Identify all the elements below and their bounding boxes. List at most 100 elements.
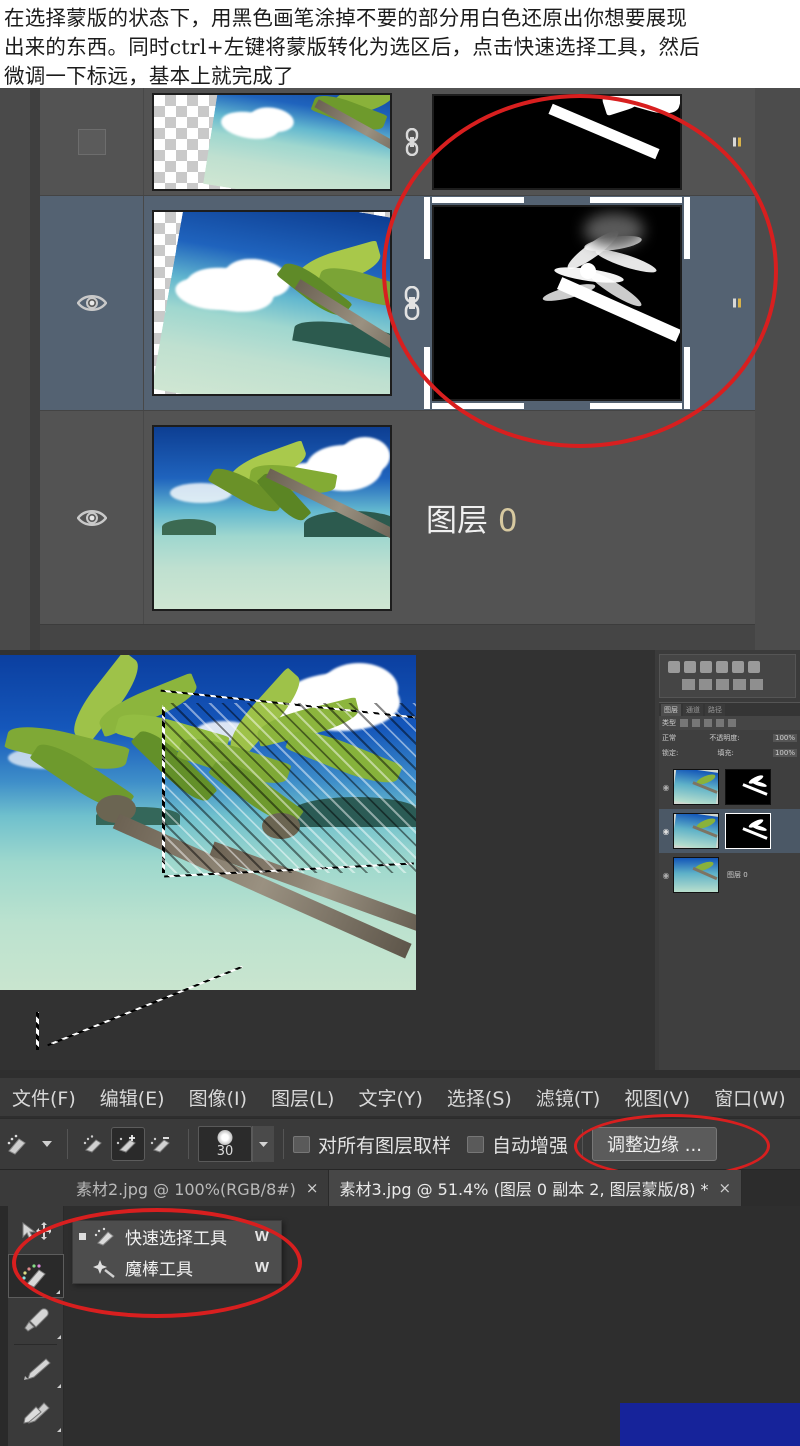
filter-icon[interactable] xyxy=(680,719,688,727)
link-icon[interactable] xyxy=(401,286,423,320)
panel-icon[interactable] xyxy=(682,679,695,690)
flyout-item-magic-wand[interactable]: 魔棒工具 W xyxy=(73,1252,281,1283)
eye-icon[interactable] xyxy=(77,508,107,528)
panel-scrollbar[interactable] xyxy=(30,88,40,650)
layer-mask-link-cell[interactable] xyxy=(392,286,432,320)
panel-icon[interactable] xyxy=(716,679,729,690)
eye-icon[interactable] xyxy=(77,293,107,313)
mini-layer-row[interactable]: ◉ xyxy=(659,809,800,853)
divider xyxy=(67,1129,68,1159)
filter-icon[interactable] xyxy=(704,719,712,727)
layer-row[interactable]: 图层 0 xyxy=(40,411,755,624)
mini-panel-icons[interactable] xyxy=(659,654,796,698)
mini-tab-paths[interactable]: 路径 xyxy=(705,704,725,716)
panel-icon[interactable] xyxy=(699,679,712,690)
panel-icon[interactable] xyxy=(732,661,744,673)
new-selection-mode-button[interactable] xyxy=(77,1127,111,1161)
mini-mask-thumbnail[interactable] xyxy=(725,769,771,805)
menu-select[interactable]: 选择(S) xyxy=(435,1084,524,1111)
menu-image[interactable]: 图像(I) xyxy=(177,1084,259,1111)
eyedropper-tool[interactable] xyxy=(8,1298,64,1342)
menu-window[interactable]: 窗口(W) xyxy=(702,1084,798,1111)
checkbox-box[interactable] xyxy=(293,1136,310,1153)
menu-edit[interactable]: 编辑(E) xyxy=(88,1084,177,1111)
tool-flyout-indicator[interactable] xyxy=(57,1384,61,1388)
layer-visibility-cell[interactable] xyxy=(40,196,144,410)
menu-view[interactable]: 视图(V) xyxy=(612,1084,702,1111)
layer-visibility-cell[interactable] xyxy=(40,88,144,195)
add-to-selection-mode-button[interactable] xyxy=(111,1127,145,1161)
layer-mask-thumbnail[interactable] xyxy=(432,94,682,190)
panel-icon[interactable] xyxy=(668,661,680,673)
eye-icon[interactable]: ◉ xyxy=(659,783,673,792)
mini-fill-value[interactable]: 100% xyxy=(773,749,797,757)
brush-preview[interactable]: 30 xyxy=(198,1126,252,1162)
quick-selection-tool[interactable] xyxy=(8,1254,64,1298)
refine-edge-button[interactable]: 调整边缘 ... xyxy=(592,1127,717,1161)
mini-tab-channels[interactable]: 通道 xyxy=(683,704,703,716)
chevron-down-icon[interactable] xyxy=(36,1140,58,1148)
document-tab[interactable]: 素材3.jpg @ 51.4% (图层 0 副本 2, 图层蒙版/8) * × xyxy=(329,1170,742,1206)
document-canvas[interactable] xyxy=(0,655,416,990)
layer-mask-thumbnail[interactable] xyxy=(432,205,682,401)
tool-flyout-indicator[interactable] xyxy=(57,1335,61,1339)
tool-flyout-menu[interactable]: 快速选择工具 W 魔棒工具 W xyxy=(72,1220,282,1284)
tool-flyout-indicator[interactable] xyxy=(56,1290,60,1294)
tool-flyout-indicator[interactable] xyxy=(57,1428,61,1432)
layer-thumbnail[interactable] xyxy=(152,93,392,191)
mini-layer-thumbnail[interactable] xyxy=(673,857,719,893)
brush-tool[interactable] xyxy=(8,1347,64,1391)
layer-row[interactable] xyxy=(40,88,755,196)
panel-icon[interactable] xyxy=(733,679,746,690)
document-tab[interactable]: 素材2.jpg @ 100%(RGB/8#) × xyxy=(66,1170,329,1206)
checkbox-box[interactable] xyxy=(467,1136,484,1153)
auto-enhance-checkbox[interactable]: 自动增强 xyxy=(467,1131,568,1158)
gradient-tool[interactable] xyxy=(8,1441,64,1446)
move-tool[interactable] xyxy=(8,1210,64,1254)
menu-file[interactable]: 文件(F) xyxy=(0,1084,88,1111)
mini-mask-thumbnail[interactable] xyxy=(725,813,771,849)
mini-tab-layers[interactable]: 图层 xyxy=(661,704,681,716)
chevron-down-icon[interactable] xyxy=(252,1126,274,1162)
mini-layer-row[interactable]: ◉ xyxy=(659,765,800,809)
brush-size-control[interactable]: 30 xyxy=(198,1126,274,1162)
link-icon[interactable] xyxy=(402,128,422,156)
panel-icon[interactable] xyxy=(750,679,763,690)
eye-icon[interactable]: ◉ xyxy=(659,827,673,836)
eye-icon[interactable]: ◉ xyxy=(659,871,673,880)
panel-icon[interactable] xyxy=(716,661,728,673)
divider xyxy=(283,1129,284,1159)
quick-selection-tool-icon[interactable] xyxy=(0,1133,36,1155)
document-tab-bar: 素材2.jpg @ 100%(RGB/8#) × 素材3.jpg @ 51.4%… xyxy=(0,1170,800,1206)
eye-icon-placeholder[interactable] xyxy=(78,129,106,155)
mini-opacity-value[interactable]: 100% xyxy=(773,734,797,742)
panel-icon[interactable] xyxy=(700,661,712,673)
layer-row[interactable] xyxy=(40,196,755,411)
menu-layer[interactable]: 图层(L) xyxy=(259,1084,346,1111)
menu-type[interactable]: 文字(Y) xyxy=(346,1084,434,1111)
panel-icon[interactable] xyxy=(684,661,696,673)
panel-icon[interactable] xyxy=(748,661,760,673)
brush-size-value[interactable]: 30 xyxy=(217,1144,234,1159)
mini-layer-row[interactable]: ◉ 图层 0 xyxy=(659,853,800,897)
subtract-from-selection-mode-button[interactable] xyxy=(145,1127,179,1161)
flyout-item-quick-selection[interactable]: 快速选择工具 W xyxy=(73,1221,281,1252)
mini-blend-mode[interactable]: 正常 xyxy=(662,733,676,743)
layer-thumbnail[interactable] xyxy=(152,210,392,396)
mini-layer-thumbnail[interactable] xyxy=(673,769,719,805)
filter-icon[interactable] xyxy=(692,719,700,727)
layer-thumbnail[interactable] xyxy=(152,425,392,611)
menu-filter[interactable]: 滤镜(T) xyxy=(524,1084,612,1111)
layer-mask-link-cell[interactable] xyxy=(392,128,432,156)
filter-icon[interactable] xyxy=(716,719,724,727)
sample-all-layers-checkbox[interactable]: 对所有图层取样 xyxy=(293,1131,451,1158)
layer-name-label[interactable]: 图层 0 xyxy=(426,495,518,540)
layer-visibility-cell[interactable] xyxy=(40,411,144,624)
filter-icon[interactable] xyxy=(728,719,736,727)
mini-layer-name[interactable]: 图层 0 xyxy=(727,870,748,880)
close-icon[interactable]: × xyxy=(719,1179,732,1197)
clone-stamp-tool[interactable] xyxy=(8,1391,64,1435)
close-icon[interactable]: × xyxy=(306,1179,319,1197)
mini-filter-label[interactable]: 类型 xyxy=(662,718,676,728)
mini-layer-thumbnail[interactable] xyxy=(673,813,719,849)
